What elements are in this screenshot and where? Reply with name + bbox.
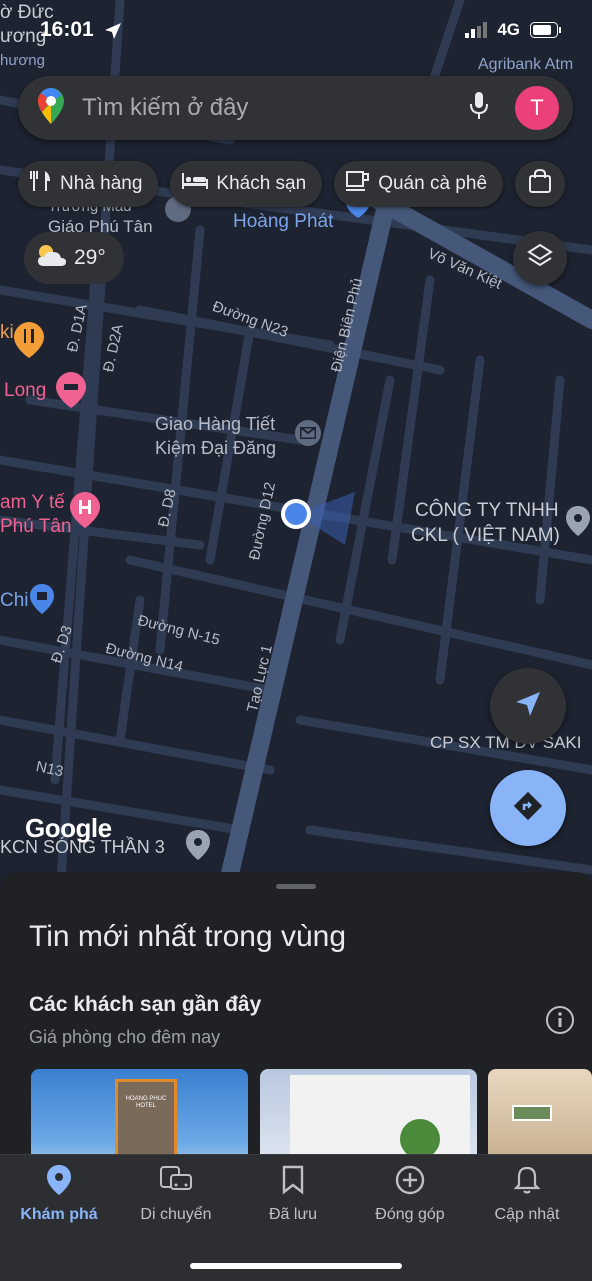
hotel-pin-icon bbox=[56, 372, 86, 408]
bell-icon bbox=[513, 1165, 541, 1200]
nav-contribute[interactable]: Đóng góp bbox=[351, 1165, 469, 1224]
status-indicators: 4G bbox=[465, 20, 562, 40]
location-arrow-icon bbox=[104, 22, 122, 45]
add-circle-icon bbox=[395, 1165, 425, 1200]
chip-restaurants[interactable]: Nhà hàng bbox=[18, 161, 159, 207]
mail-icon bbox=[295, 420, 321, 446]
chip-restaurants-label: Nhà hàng bbox=[60, 173, 143, 194]
map-label-hoang-phat: Hoàng Phát bbox=[233, 211, 334, 232]
layers-button[interactable] bbox=[513, 231, 567, 285]
hospital-pin-icon bbox=[70, 492, 100, 528]
home-indicator[interactable] bbox=[190, 1263, 402, 1269]
google-maps-logo-icon bbox=[38, 87, 64, 129]
battery-icon bbox=[530, 22, 561, 38]
map-view[interactable]: ờ Đức ương hương Agribank Atm Trường Mầu… bbox=[0, 0, 592, 895]
nearby-hotels-title[interactable]: Các khách sạn gần đây bbox=[29, 993, 261, 1017]
map-label-chi: Chi bbox=[0, 590, 29, 611]
weather-badge[interactable]: 29° bbox=[24, 232, 124, 284]
map-label-top-left-3: hương bbox=[0, 52, 45, 69]
network-type: 4G bbox=[497, 20, 520, 39]
chip-cafes[interactable]: Quán cà phê bbox=[334, 161, 504, 207]
directions-icon bbox=[513, 791, 543, 826]
partly-cloudy-icon bbox=[34, 242, 68, 274]
hotel-building-image: HOANG PHUC HOTEL bbox=[115, 1079, 177, 1159]
map-label-agribank: Agribank Atm bbox=[478, 56, 574, 73]
location-pin-icon bbox=[47, 1165, 71, 1200]
navigation-arrow-icon bbox=[514, 690, 542, 723]
microphone-icon[interactable] bbox=[469, 91, 489, 125]
room-painting-image bbox=[512, 1105, 552, 1121]
bed-icon bbox=[182, 171, 209, 197]
chip-shopping[interactable] bbox=[515, 161, 566, 207]
map-label-phu-tan: Phú Tân bbox=[0, 516, 72, 537]
chip-hotels[interactable]: Khách sạn bbox=[170, 161, 323, 207]
sheet-title: Tin mới nhất trong vùng bbox=[29, 920, 347, 953]
sheet-drag-handle[interactable] bbox=[276, 884, 316, 889]
nav-commute-label: Di chuyển bbox=[140, 1206, 212, 1223]
hotel-building-image-2 bbox=[290, 1075, 470, 1159]
place-pin-icon-2 bbox=[186, 830, 210, 860]
nav-commute[interactable]: Di chuyển bbox=[117, 1165, 235, 1224]
category-chips: Nhà hàng Khách sạn Quán cà phê bbox=[18, 161, 566, 207]
hotel-card-1[interactable]: HOANG PHUC HOTEL bbox=[31, 1069, 248, 1159]
signal-icon bbox=[465, 22, 488, 38]
account-avatar[interactable]: T bbox=[515, 86, 559, 130]
layers-icon bbox=[527, 243, 553, 274]
nav-explore-label: Khám phá bbox=[20, 1206, 98, 1223]
chip-hotels-label: Khách sạn bbox=[216, 173, 307, 194]
bottom-navigation: Khám phá Di chuyển Đã lưu Đóng góp Cập n… bbox=[0, 1154, 592, 1281]
hotel-card-2[interactable] bbox=[260, 1069, 477, 1159]
map-label-cong-ty-2: CKL ( VIỆT NAM) bbox=[411, 525, 560, 546]
coffee-cup-icon bbox=[346, 170, 370, 198]
map-label-tam-yte: am Y tế bbox=[0, 492, 65, 513]
directions-button[interactable] bbox=[490, 770, 566, 846]
my-location-button[interactable] bbox=[490, 668, 566, 744]
fork-knife-icon bbox=[30, 170, 52, 198]
map-label-giao-hang-2: Kiệm Đại Đăng bbox=[155, 438, 277, 458]
nav-saved[interactable]: Đã lưu bbox=[234, 1165, 352, 1224]
nav-saved-label: Đã lưu bbox=[268, 1206, 318, 1223]
nav-explore[interactable]: Khám phá bbox=[0, 1165, 118, 1224]
info-icon[interactable] bbox=[545, 1005, 575, 1040]
nearby-hotels-subtitle: Giá phòng cho đêm nay bbox=[29, 1027, 221, 1047]
shop-pin-icon-2 bbox=[30, 584, 54, 614]
shopping-bag-icon bbox=[529, 168, 552, 199]
map-label-long: Long bbox=[4, 380, 47, 401]
nav-contribute-label: Đóng góp bbox=[375, 1206, 445, 1223]
bookmark-icon bbox=[282, 1165, 304, 1200]
hotel-sign-name: HOANG PHUC bbox=[125, 1096, 167, 1102]
map-label-ki: ki bbox=[0, 322, 14, 343]
restaurant-pin-icon bbox=[14, 322, 44, 358]
hotel-sign-label: HOTEL bbox=[135, 1103, 156, 1109]
status-time: 16:01 bbox=[40, 18, 94, 41]
nav-updates[interactable]: Cập nhật bbox=[468, 1165, 586, 1224]
hotel-card-3[interactable] bbox=[488, 1069, 592, 1159]
search-bar[interactable]: Tìm kiếm ở đây T bbox=[18, 76, 573, 140]
map-label-cong-ty-1: CÔNG TY TNHH bbox=[415, 500, 559, 521]
place-pin-icon bbox=[566, 506, 590, 536]
commute-icon bbox=[159, 1165, 193, 1200]
chip-cafes-label: Quán cà phê bbox=[378, 173, 488, 194]
google-attribution: Google bbox=[25, 813, 112, 843]
search-input[interactable]: Tìm kiếm ở đây bbox=[82, 94, 469, 122]
nav-updates-label: Cập nhật bbox=[494, 1206, 560, 1223]
map-label-giao-hang-1: Giao Hàng Tiết bbox=[155, 414, 276, 434]
weather-temperature: 29° bbox=[74, 246, 106, 269]
palm-tree-image bbox=[400, 1119, 440, 1159]
